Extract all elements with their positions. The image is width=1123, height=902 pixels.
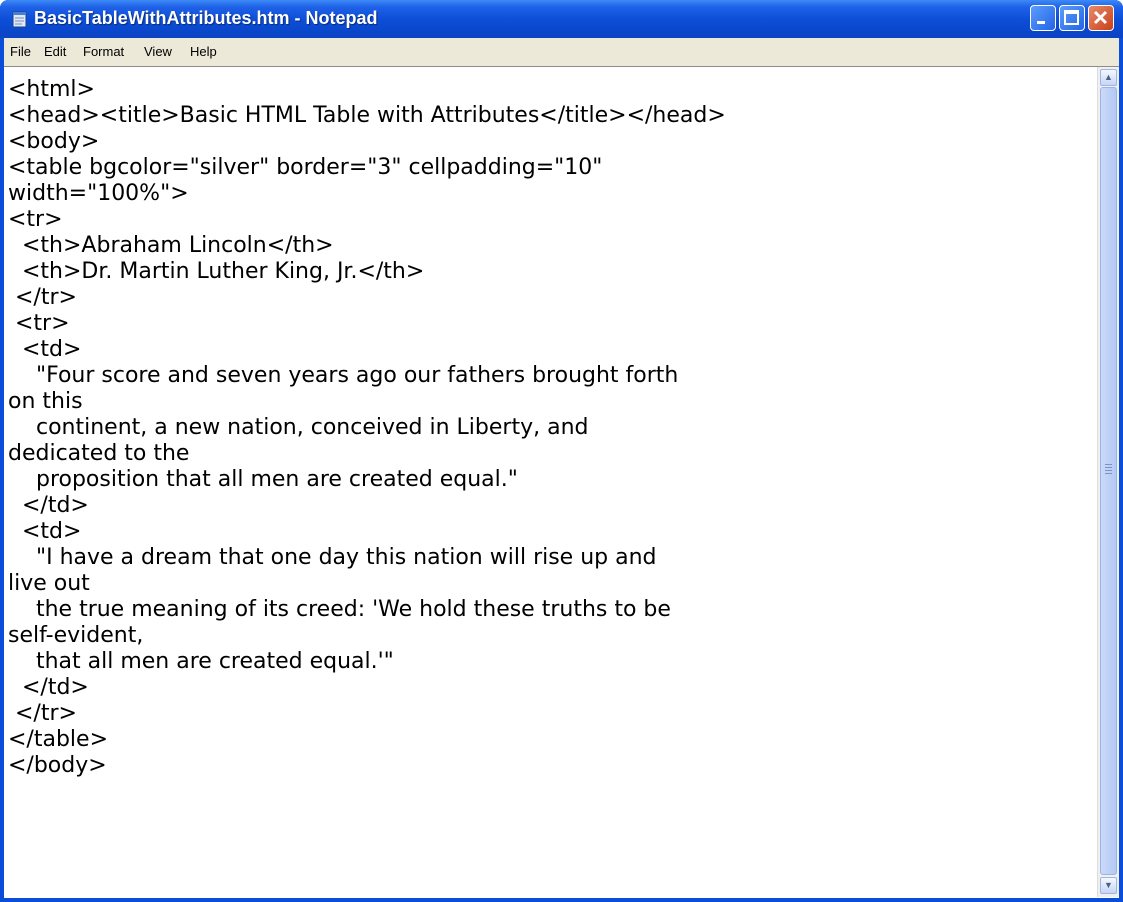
arrow-down-icon: ▼ [1104,880,1113,890]
editor-line: <td> [8,519,82,544]
editor-line: <html> [8,77,95,102]
editor-line: </td> [8,493,89,518]
minimize-button[interactable] [1030,5,1056,31]
editor-line: width="100%"> [8,181,189,206]
arrow-up-icon: ▲ [1104,72,1113,82]
window-title: BasicTableWithAttributes.htm - Notepad [34,8,378,28]
menu-view[interactable]: View [144,44,172,59]
editor-line: </td> [8,675,89,700]
scroll-thumb[interactable] [1100,87,1117,875]
menu-format[interactable]: Format [83,44,124,59]
scroll-up-button[interactable]: ▲ [1100,69,1117,86]
editor-line: <th>Dr. Martin Luther King, Jr.</th> [8,259,425,284]
editor-line: <th>Abraham Lincoln</th> [8,233,334,258]
thumb-grip [1105,464,1112,465]
scroll-down-button[interactable]: ▼ [1100,877,1117,894]
close-icon [1093,10,1108,25]
editor-line: self-evident, [8,623,144,648]
maximize-button[interactable] [1059,5,1085,31]
text-editor[interactable]: <html> <head><title>Basic HTML Table wit… [4,66,1119,898]
menu-help[interactable]: Help [190,44,217,59]
close-button[interactable] [1088,5,1114,31]
editor-line: proposition that all men are created equ… [8,467,518,492]
vertical-scrollbar[interactable]: ▲ ▼ [1097,67,1119,897]
editor-line: <head><title>Basic HTML Table with Attri… [8,103,726,128]
title-bar[interactable]: BasicTableWithAttributes.htm - Notepad [0,0,1123,38]
editor-line: "Four score and seven years ago our fath… [8,363,679,388]
editor-line: live out [8,571,90,596]
editor-line: <table bgcolor="silver" border="3" cellp… [8,155,603,180]
editor-text-area[interactable]: <html> <head><title>Basic HTML Table wit… [8,77,1098,897]
editor-line: on this [8,389,83,414]
editor-line: "I have a dream that one day this nation… [8,545,657,570]
editor-line: </tr> [8,285,77,310]
editor-line: <td> [8,337,82,362]
thumb-grip [1105,470,1112,471]
editor-line: <tr> [8,207,63,232]
notepad-icon[interactable] [12,10,28,28]
editor-line: <tr> [8,311,70,336]
editor-line: </tr> [8,701,77,726]
menu-file[interactable]: File [10,44,31,59]
editor-line: </body> [8,753,107,778]
minimize-icon [1037,21,1045,24]
editor-line: <body> [8,129,100,154]
thumb-grip [1105,467,1112,468]
editor-line: </table> [8,727,108,752]
menu-bar: File Edit Format View Help [4,38,1119,66]
menu-edit[interactable]: Edit [44,44,66,59]
editor-line: that all men are created equal.'" [8,649,394,674]
editor-line: continent, a new nation, conceived in Li… [8,415,589,440]
thumb-grip [1105,473,1112,474]
notepad-window: BasicTableWithAttributes.htm - Notepad F… [0,0,1123,902]
editor-line: the true meaning of its creed: 'We hold … [8,597,671,622]
maximize-icon [1064,10,1079,25]
editor-line: dedicated to the [8,441,190,466]
